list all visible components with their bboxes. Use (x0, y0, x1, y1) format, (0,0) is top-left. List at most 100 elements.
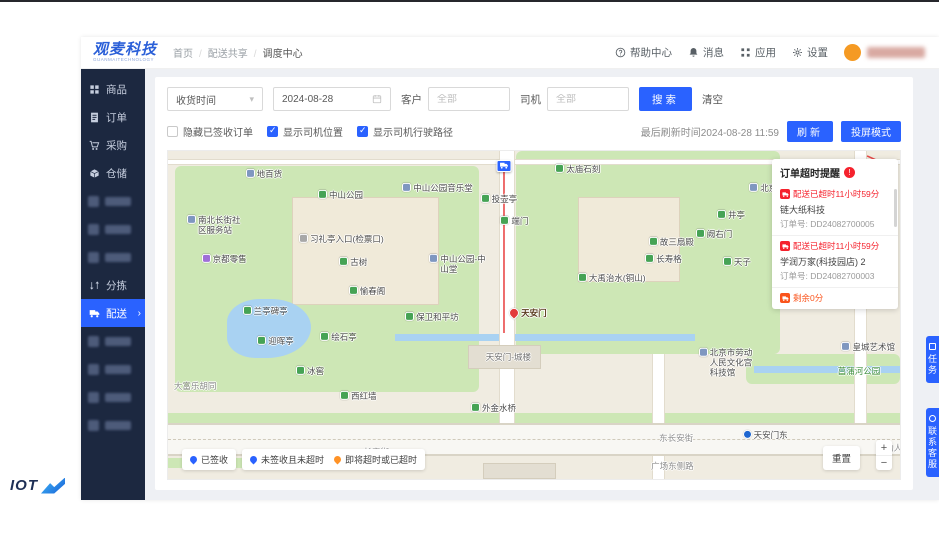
side-tab-support[interactable]: 联系客服 (926, 408, 939, 477)
redacted-icon (88, 195, 99, 207)
checkbox-icon[interactable] (267, 125, 278, 137)
map-label-scenic: 兰亭碑亭 (242, 305, 288, 316)
map-label-scenic: 冰窖 (296, 366, 324, 376)
customer-input[interactable] (437, 93, 501, 105)
checkbox-icon[interactable] (167, 126, 178, 137)
grid-icon (88, 83, 100, 95)
scenic-poi-icon (296, 366, 306, 376)
map-label-scenic: 大禹治水(铜山) (577, 273, 646, 283)
driver-input[interactable] (556, 93, 620, 105)
checkbox-icon[interactable] (357, 125, 368, 137)
sidebar-item-redacted[interactable] (81, 355, 145, 383)
breadcrumb-delivery-share[interactable]: 配送共享 (193, 45, 248, 60)
zoom-out-button[interactable]: − (876, 455, 892, 470)
sidebar-item-0[interactable]: 商品 (81, 75, 145, 103)
iot-swoosh-icon (41, 477, 65, 494)
zoom-in-button[interactable]: + (876, 440, 892, 455)
map-label-scenic: 井亭 (717, 209, 745, 220)
sidebar-item-3[interactable]: 仓储 (81, 159, 145, 187)
sidebar-item-2[interactable]: 采购 (81, 131, 145, 159)
search-button[interactable]: 搜索 (639, 87, 692, 111)
sidebar-item-redacted[interactable] (81, 215, 145, 243)
bell-icon (688, 47, 699, 58)
redacted-icon (88, 391, 99, 403)
driver-label: 司机 (520, 93, 541, 106)
redacted-label (105, 364, 131, 374)
nav-apps-button[interactable]: 应用 (740, 45, 776, 60)
scenic-poi-icon (320, 331, 330, 341)
time-type-select[interactable]: 收货时间 (167, 87, 263, 111)
map-label-road: 大富乐胡同 (173, 380, 217, 391)
building-poi-icon (698, 347, 708, 357)
checkbox-0[interactable]: 隐藏已签收订单 (167, 124, 253, 139)
headset-icon (929, 415, 936, 422)
iot-logo: IOT (10, 477, 65, 494)
scenic-poi-icon (318, 189, 328, 199)
order-item[interactable]: 剩余0分学润万家(科技园店) 2 (772, 287, 898, 309)
scenic-poi-icon (500, 215, 510, 225)
checkbox-2[interactable]: 显示司机行驶路径 (357, 124, 453, 139)
driver-field[interactable] (547, 87, 629, 111)
redacted-label (105, 336, 131, 346)
redacted-label (105, 420, 131, 430)
doc-icon (88, 111, 100, 123)
order-customer: 学润万家(科技园店) 2 (780, 307, 890, 309)
window-top-edge (0, 0, 939, 2)
scenic-poi-icon (645, 253, 655, 263)
avatar[interactable] (844, 44, 861, 61)
cast-mode-button[interactable]: 投屏模式 (841, 121, 901, 142)
scenic-poi-icon (722, 256, 732, 266)
sidebar-item-1[interactable]: 订单 (81, 103, 145, 131)
nav-gear-button[interactable]: 设置 (792, 45, 828, 60)
reset-view-button[interactable]: 重置 (822, 446, 860, 470)
scrollbar-thumb[interactable] (894, 189, 897, 227)
sidebar-item-redacted[interactable] (81, 383, 145, 411)
redacted-icon (88, 419, 99, 431)
redacted-label (105, 196, 131, 206)
map-label-building: 皇城艺术馆 (841, 341, 895, 352)
legend-group-1: 已签收 (182, 449, 237, 470)
order-item[interactable]: 配送已超时11小时59分 链大纸科技 订单号: DD24082700005 (772, 184, 898, 235)
scenic-poi-icon (471, 403, 481, 413)
nav-bell-button[interactable]: 消息 (688, 45, 724, 60)
redacted-icon (88, 335, 99, 347)
map-canvas[interactable]: 订单超时提醒 配送已超时11小时59分链大纸科技订单号: DD240827000… (167, 150, 901, 480)
redacted-icon (88, 251, 99, 263)
sidebar-item-redacted[interactable] (81, 327, 145, 355)
red-marker-icon[interactable] (507, 306, 522, 321)
order-number: 订单号: DD24082700003 (780, 271, 875, 281)
checkbox-1[interactable]: 显示司机位置 (267, 124, 343, 139)
breadcrumb-home[interactable]: 首页 (173, 45, 193, 60)
sidebar-item-redacted[interactable] (81, 187, 145, 215)
sidebar-item-redacted[interactable] (81, 411, 145, 439)
dispatch-panel: 收货时间 客户 司机 搜索 清空 (155, 77, 913, 490)
building-poi-icon (402, 182, 412, 192)
main-content: 收货时间 客户 司机 搜索 清空 (145, 69, 939, 500)
date-input[interactable] (282, 93, 346, 105)
entrance-poi-icon (299, 234, 309, 244)
map-label-building: 南北长街社区服务站 (187, 214, 245, 235)
date-picker[interactable] (273, 87, 391, 111)
refresh-button[interactable]: 刷新 (787, 121, 833, 142)
nav-help-button[interactable]: 帮助中心 (615, 45, 672, 60)
order-item[interactable]: 配送已超时11小时59分 学润万家(科技园店) 2 订单号: DD240827000… (772, 235, 898, 287)
driver-marker[interactable] (496, 159, 512, 172)
map-legend: 已签收 未签收且未超时 即将超时或已超时 (182, 449, 426, 470)
brand-logo[interactable]: 观麦科技 GUANMAITECHNOLOGY (93, 42, 157, 63)
map-label-scenic: 长寿格 (645, 253, 682, 263)
sidebar-item-7[interactable]: 分拣 (81, 271, 145, 299)
redacted-label (105, 392, 131, 402)
user-menu[interactable] (844, 44, 925, 61)
clear-button[interactable]: 清空 (702, 92, 723, 107)
sidebar-item-redacted[interactable] (81, 243, 145, 271)
sidebar-item-8[interactable]: 配送 (81, 299, 145, 327)
scenic-poi-icon (717, 209, 726, 219)
map-label-scenic: 端门 (500, 215, 528, 225)
map-label-scenic: 绘石亭 (320, 331, 357, 342)
side-tab-tasks[interactable]: 任务 (926, 336, 939, 383)
gear-icon (792, 47, 803, 58)
building-poi-icon (749, 182, 759, 192)
brand-name: 观麦科技 (93, 41, 158, 59)
customer-field[interactable] (428, 87, 510, 111)
scenic-poi-icon (348, 285, 358, 295)
